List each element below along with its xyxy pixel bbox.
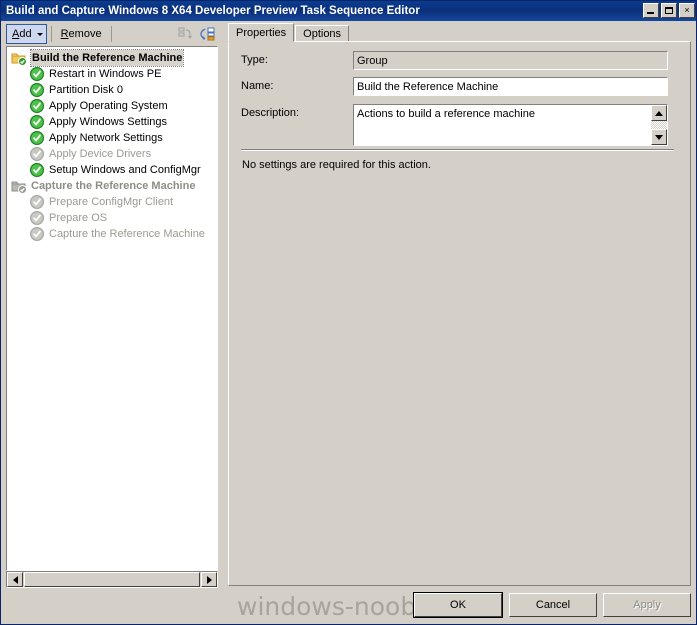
- tree-item[interactable]: Restart in Windows PE: [7, 66, 217, 82]
- tree-item-label: Capture the Reference Machine: [49, 228, 205, 240]
- chevron-down-icon: [36, 32, 43, 36]
- tree-item-label: Apply Operating System: [49, 100, 168, 112]
- tree-horizontal-scrollbar[interactable]: [6, 571, 218, 588]
- type-row: Type: Group: [241, 51, 668, 70]
- description-label: Description:: [241, 107, 300, 119]
- tree-item-label: Partition Disk 0: [49, 84, 123, 96]
- apply-button-label: Apply: [633, 599, 661, 611]
- check-circle-icon: [29, 114, 45, 130]
- tab-options-label: Options: [303, 28, 342, 40]
- tree-item-label: Capture the Reference Machine: [31, 180, 196, 192]
- toolbar-separator-1: [50, 26, 52, 42]
- tree-item-label: Apply Network Settings: [49, 132, 163, 144]
- type-field: Group: [353, 51, 668, 70]
- type-label: Type:: [241, 54, 268, 66]
- collapse-all-icon[interactable]: [176, 25, 195, 43]
- tab-properties-label: Properties: [236, 26, 287, 39]
- check-circle-icon: [29, 130, 45, 146]
- apply-button: Apply: [603, 593, 691, 617]
- minimize-icon: [647, 12, 654, 14]
- toolbar-icon-group: [176, 25, 219, 43]
- maximize-icon: [665, 7, 673, 14]
- scrollbar-thumb[interactable]: [24, 572, 200, 587]
- minimize-button[interactable]: [643, 3, 659, 18]
- tree-item[interactable]: Prepare OS: [7, 210, 217, 226]
- tree-item-label: Apply Windows Settings: [49, 116, 167, 128]
- folder-check-icon: [11, 50, 27, 66]
- close-button[interactable]: ×: [679, 3, 695, 18]
- window-controls: ×: [643, 3, 695, 18]
- title-bar: Build and Capture Windows 8 X64 Develope…: [1, 1, 696, 21]
- description-vertical-scrollbar[interactable]: [651, 105, 667, 145]
- tree-item[interactable]: Apply Device Drivers: [7, 146, 217, 162]
- check-circle-icon: [29, 146, 45, 162]
- expand-all-icon[interactable]: [198, 25, 217, 43]
- check-circle-icon: [29, 66, 45, 82]
- maximize-button[interactable]: [661, 3, 677, 18]
- window-title: Build and Capture Windows 8 X64 Develope…: [6, 5, 420, 17]
- tree-item-label: Prepare OS: [49, 212, 108, 224]
- cancel-button-label: Cancel: [535, 599, 571, 611]
- scroll-down-arrow-icon[interactable]: [651, 129, 667, 145]
- tab-bar: Properties Options: [228, 23, 350, 43]
- tree-item[interactable]: Setup Windows and ConfigMgr: [7, 162, 217, 178]
- description-field[interactable]: Actions to build a reference machine: [353, 104, 668, 146]
- check-circle-icon: [29, 210, 45, 226]
- remove-button-label: Remove: [60, 28, 102, 40]
- check-circle-icon: [29, 226, 45, 242]
- ok-button-label: OK: [450, 599, 466, 611]
- add-button[interactable]: Add: [6, 24, 47, 44]
- name-label: Name:: [241, 80, 274, 92]
- check-circle-icon: [29, 82, 45, 98]
- name-field[interactable]: Build the Reference Machine: [353, 77, 668, 96]
- name-row: Name: Build the Reference Machine: [241, 77, 668, 96]
- tab-properties[interactable]: Properties: [228, 23, 295, 42]
- remove-button[interactable]: Remove: [56, 24, 107, 44]
- scroll-right-arrow-icon[interactable]: [201, 572, 217, 587]
- scroll-up-arrow-icon[interactable]: [651, 105, 667, 121]
- cancel-button[interactable]: Cancel: [509, 593, 597, 617]
- check-circle-icon: [29, 98, 45, 114]
- tree-item[interactable]: Capture the Reference Machine: [7, 226, 217, 242]
- task-sequence-tree[interactable]: Build the Reference Machine Restart in Wi…: [6, 46, 218, 571]
- tree-item-label: Prepare ConfigMgr Client: [49, 196, 174, 208]
- tree-item[interactable]: Apply Network Settings: [7, 130, 217, 146]
- no-settings-note: No settings are required for this action…: [242, 159, 431, 171]
- task-sequence-editor-window: Build and Capture Windows 8 X64 Develope…: [0, 0, 697, 625]
- tree-item[interactable]: Prepare ConfigMgr Client: [7, 194, 217, 210]
- folder-check-icon: [11, 178, 27, 194]
- check-circle-icon: [29, 194, 45, 210]
- tree-item[interactable]: Apply Windows Settings: [7, 114, 217, 130]
- tree-item-label: Restart in Windows PE: [49, 68, 162, 80]
- ok-button[interactable]: OK: [413, 592, 503, 618]
- close-icon: ×: [684, 5, 690, 15]
- description-row: Description: Actions to build a referenc…: [241, 104, 668, 146]
- tree-item[interactable]: Apply Operating System: [7, 98, 217, 114]
- tree-toolbar: Add Remove: [4, 23, 219, 45]
- scroll-left-arrow-icon[interactable]: [7, 572, 23, 587]
- tree-item-label: Apply Device Drivers: [49, 148, 152, 160]
- tree-item[interactable]: Build the Reference Machine: [7, 49, 217, 67]
- tree-items-container: Build the Reference Machine Restart in Wi…: [7, 47, 217, 242]
- tree-item-label: Setup Windows and ConfigMgr: [49, 164, 201, 176]
- description-wrapper: Actions to build a reference machine: [353, 104, 668, 146]
- add-button-label: Add: [12, 28, 32, 40]
- tree-item[interactable]: Capture the Reference Machine: [7, 178, 217, 194]
- description-scroll-track[interactable]: [651, 121, 667, 129]
- tree-item[interactable]: Partition Disk 0: [7, 82, 217, 98]
- tree-item-label: Build the Reference Machine: [29, 49, 185, 67]
- form-separator: [241, 149, 674, 151]
- check-circle-icon: [29, 162, 45, 178]
- toolbar-separator-2: [110, 26, 112, 42]
